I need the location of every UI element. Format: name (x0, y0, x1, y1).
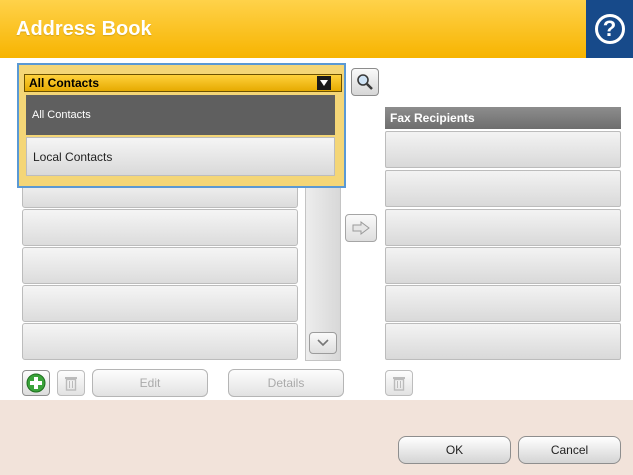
scroll-down-button[interactable] (309, 332, 337, 354)
help-icon: ? (594, 14, 625, 44)
trash-icon (393, 377, 405, 391)
search-icon (357, 74, 373, 90)
recipient-row[interactable] (385, 247, 621, 284)
search-button[interactable] (351, 68, 379, 96)
edit-button[interactable]: Edit (92, 369, 208, 397)
cancel-button[interactable]: Cancel (518, 436, 621, 464)
dropdown-caret-icon[interactable] (317, 76, 331, 90)
arrow-right-icon (352, 221, 370, 235)
ok-button[interactable]: OK (398, 436, 511, 464)
contact-row[interactable] (22, 209, 298, 246)
add-icon (26, 373, 46, 393)
delete-contact-button[interactable] (57, 370, 85, 396)
recipient-row[interactable] (385, 323, 621, 360)
recipient-row[interactable] (385, 170, 621, 207)
remove-recipient-button[interactable] (385, 370, 413, 396)
add-contact-button[interactable] (22, 370, 50, 396)
trash-icon (65, 377, 77, 391)
dropdown-option-all-contacts[interactable]: All Contacts (26, 95, 335, 135)
contact-source-select[interactable]: All Contacts (24, 74, 342, 92)
recipient-row[interactable] (385, 209, 621, 246)
help-button[interactable]: ? (586, 0, 633, 58)
dropdown-option-local-contacts[interactable]: Local Contacts (26, 137, 335, 176)
fax-recipients-header: Fax Recipients (385, 107, 621, 129)
recipient-row[interactable] (385, 131, 621, 168)
chevron-down-icon (317, 339, 329, 347)
recipient-row[interactable] (385, 285, 621, 322)
details-button[interactable]: Details (228, 369, 344, 397)
add-to-recipients-button[interactable] (345, 214, 377, 242)
contact-row[interactable] (22, 285, 298, 322)
contact-row[interactable] (22, 247, 298, 284)
page-title: Address Book (16, 18, 152, 40)
contact-row[interactable] (22, 323, 298, 360)
